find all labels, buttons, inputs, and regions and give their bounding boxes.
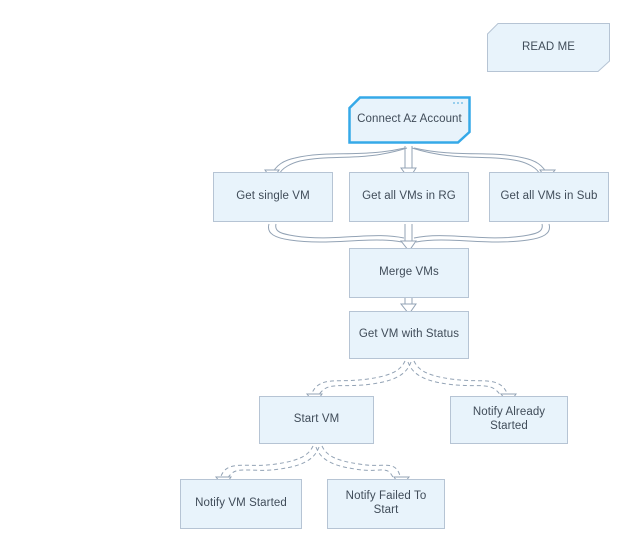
node-start-vm[interactable]: Start VM <box>259 396 374 444</box>
node-notify-failed-to-start[interactable]: Notify Failed To Start <box>327 479 445 529</box>
more-options-icon[interactable] <box>453 102 463 104</box>
connector-get-single-vm-to-merge-vms <box>267 223 405 243</box>
node-read-me-label: READ ME <box>521 40 576 53</box>
connector-layer <box>214 146 557 488</box>
node-merge-vms[interactable]: Merge VMs <box>349 248 469 298</box>
node-notify-vm-started-label: Notify VM Started <box>195 497 287 510</box>
node-get-all-vms-in-rg-label: Get all VMs in RG <box>362 190 456 203</box>
node-get-single-vm-label: Get single VM <box>236 190 310 203</box>
node-merge-vms-label: Merge VMs <box>379 266 439 279</box>
node-get-all-vms-in-rg[interactable]: Get all VMs in RG <box>349 172 469 222</box>
node-connect-az-account[interactable]: Connect Az Account <box>348 96 471 144</box>
node-get-single-vm[interactable]: Get single VM <box>213 172 333 222</box>
node-get-vm-with-status-label: Get VM with Status <box>358 328 460 341</box>
node-start-vm-label: Start VM <box>293 413 340 426</box>
node-notify-already-started[interactable]: Notify Already Started <box>450 396 568 444</box>
node-connect-az-account-label: Connect Az Account <box>357 113 462 126</box>
node-read-me[interactable]: READ ME <box>487 23 610 72</box>
node-notify-failed-to-start-label: Notify Failed To Start <box>345 490 427 516</box>
node-get-vm-with-status[interactable]: Get VM with Status <box>349 311 469 359</box>
node-notify-vm-started[interactable]: Notify VM Started <box>180 479 302 529</box>
flowchart-canvas[interactable]: READ ME Connect Az Account Get single VM… <box>0 0 636 549</box>
connector-get-all-vms-in-rg-to-merge-vms <box>404 224 413 244</box>
node-get-all-vms-in-sub[interactable]: Get all VMs in Sub <box>489 172 609 222</box>
connector-get-all-vms-in-sub-to-merge-vms <box>413 223 551 243</box>
node-notify-already-started-label: Notify Already Started <box>472 406 546 432</box>
node-get-all-vms-in-sub-label: Get all VMs in Sub <box>500 190 598 203</box>
